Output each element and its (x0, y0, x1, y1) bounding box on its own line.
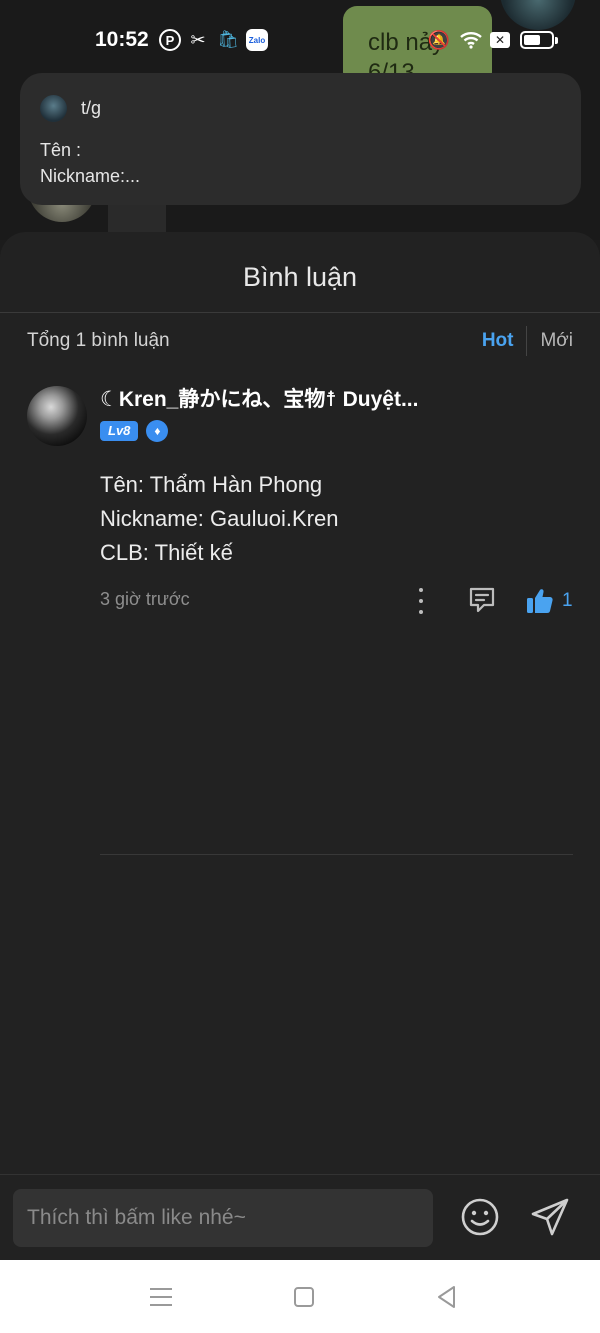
sort-hot-tab[interactable]: Hot (482, 330, 527, 352)
thumbs-up-icon (527, 589, 553, 613)
status-bar: 10:52 P ✂ 🛍 Zalo 🔕 ✕ (0, 0, 600, 80)
x-icon: ✕ (490, 32, 510, 48)
like-button[interactable]: 1 (526, 586, 573, 616)
send-icon[interactable] (530, 1197, 570, 1237)
sort-new-tab[interactable]: Mới (527, 330, 573, 352)
shopping-bag-icon: 🛍 (217, 30, 239, 49)
home-icon[interactable] (289, 1282, 319, 1312)
post-body-text: Tên : Nickname:... (40, 140, 141, 186)
battery-icon (520, 31, 558, 49)
zalo-icon: Zalo (246, 29, 268, 51)
comment-timestamp: 3 giờ trước (100, 589, 190, 609)
post-author-avatar[interactable] (40, 94, 67, 122)
more-options-icon[interactable] (412, 588, 430, 614)
capcut-icon: ✂ (190, 29, 206, 50)
post-preview-card[interactable]: t/g Tên : Nickname:... (20, 73, 581, 205)
emoji-icon[interactable] (460, 1197, 500, 1237)
battery-level (524, 35, 540, 45)
sort-switcher: Hot Mới (482, 326, 573, 356)
post-author-name[interactable]: t/g (81, 98, 101, 119)
system-navigation-bar (0, 1260, 600, 1333)
reply-icon[interactable] (468, 586, 496, 614)
sheet-title: Bình luận (242, 262, 358, 292)
comment-input-bar: Thích thì bấm like nhé~ (0, 1174, 600, 1260)
back-icon[interactable] (432, 1282, 462, 1312)
commenter-avatar[interactable] (27, 386, 87, 446)
wifi-icon (460, 29, 482, 51)
like-count: 1 (562, 590, 573, 611)
pinterest-icon: P (159, 29, 181, 51)
mute-icon: 🔕 (427, 29, 451, 50)
status-time: 10:52 (95, 28, 149, 51)
diamond-badge-icon: ♦ (146, 420, 169, 442)
divider (0, 312, 600, 313)
comment-text: Tên: Thẩm Hàn Phong Nickname: Gauluoi.Kr… (100, 472, 339, 565)
commenter-name[interactable]: ☾Kren_静かにね、宝物☨ Duyệt... (100, 386, 440, 414)
comments-sheet: Bình luận Tổng 1 bình luận Hot Mới ☾Kren… (0, 232, 600, 1260)
recent-apps-icon[interactable] (146, 1282, 176, 1312)
comment-total-label: Tổng 1 bình luận (27, 330, 170, 351)
comment-input[interactable]: Thích thì bấm like nhé~ (13, 1189, 433, 1247)
divider (100, 854, 573, 855)
level-badge: Lv8 (100, 421, 139, 441)
